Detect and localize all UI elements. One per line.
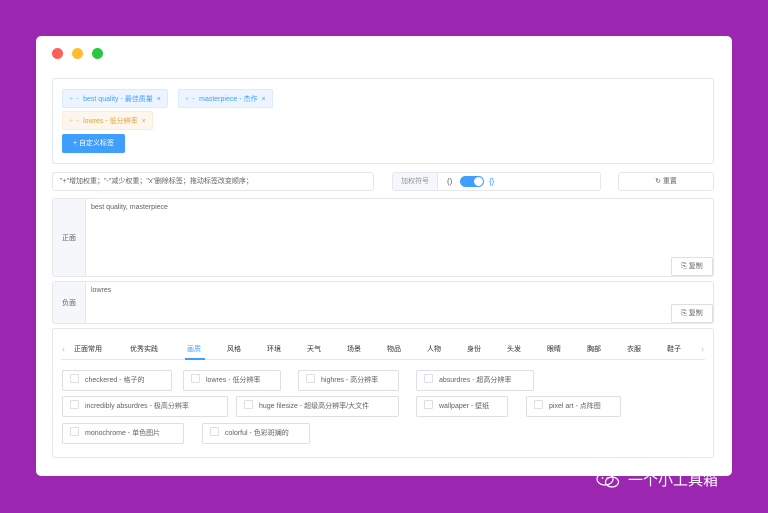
brace-option: {} <box>489 177 495 186</box>
tag-option[interactable]: checkered - 格子的 <box>62 370 172 391</box>
copy-negative-button[interactable]: ⎘ 复制 <box>671 304 713 323</box>
close-window-dot[interactable] <box>52 48 63 59</box>
watermark: 一个小工具箱 <box>596 469 718 490</box>
weight-controls[interactable]: + − <box>69 96 79 103</box>
tag-option[interactable]: highres - 高分辨率 <box>298 370 399 391</box>
maximize-window-dot[interactable] <box>92 48 103 59</box>
checkbox[interactable] <box>191 374 200 383</box>
checkbox[interactable] <box>306 374 315 383</box>
tag-option[interactable]: monochrome - 单色图片 <box>62 423 184 444</box>
negative-prompt-text[interactable]: lowres <box>91 287 111 294</box>
watermark-text: 一个小工具箱 <box>628 472 719 489</box>
tag-option-label: colorful - 色彩斑斓的 <box>225 430 289 437</box>
positive-label: 正面 <box>53 199 86 276</box>
tag-option[interactable]: pixel art - 点阵图 <box>526 396 621 417</box>
positive-prompt-box: 正面 best quality, masterpiece ⎘ 复制 <box>52 198 714 277</box>
wechat-icon <box>596 471 620 488</box>
add-custom-tag-button[interactable]: + 自定义标签 <box>62 134 125 153</box>
checkbox[interactable] <box>70 374 79 383</box>
tab-category[interactable]: 正面常用 <box>74 344 102 354</box>
tag-option[interactable]: lowres - 低分辨率 <box>183 370 281 391</box>
copy-label: 复制 <box>688 263 703 270</box>
tag-option-label: huge filesize - 超级高分辨率/大文件 <box>259 403 370 410</box>
app-window: + − best quality - 最佳质量 × + − masterpiece -… <box>36 36 732 476</box>
tabs-divider <box>61 359 705 360</box>
tab-category[interactable]: 鞋子 <box>667 344 681 354</box>
tag-option-label: pixel art - 点阵图 <box>549 403 601 410</box>
usage-hint: "+"增加权重；"-"减少权重；"x"删除标签；拖动标签改变顺序； <box>52 172 374 191</box>
tab-category-active[interactable]: 画质 <box>187 344 201 354</box>
tag-label: lowres - 低分辨率 <box>83 118 138 125</box>
category-tabs: 正面常用 优秀实践 画质 风格 环境 天气 场景 物品 人物 身份 头发 眼睛 … <box>53 340 713 358</box>
checkbox[interactable] <box>210 427 219 436</box>
active-tab-indicator <box>185 358 205 360</box>
reset-button[interactable]: ↻ 重置 <box>618 172 714 191</box>
checkbox[interactable] <box>534 400 543 409</box>
tag-option[interactable]: wallpaper - 壁纸 <box>416 396 508 417</box>
tag-close-icon[interactable]: × <box>157 96 161 103</box>
tag-library-panel: ‹ › 正面常用 优秀实践 画质 风格 环境 天气 场景 物品 人物 身份 头发… <box>52 328 714 458</box>
checkbox[interactable] <box>424 400 433 409</box>
negative-prompt-box: 负面 lowres ⎘ 复制 <box>52 281 714 324</box>
tab-category[interactable]: 衣服 <box>627 344 641 354</box>
tag-option[interactable]: incredibly absurdres - 极高分辨率 <box>62 396 228 417</box>
tag-option-label: wallpaper - 壁纸 <box>439 403 490 410</box>
tag-chip-best-quality[interactable]: + − best quality - 最佳质量 × <box>62 89 168 108</box>
weight-symbol-control: 加权符号 () {} <box>392 172 601 191</box>
tag-option-label: monochrome - 单色图片 <box>85 430 161 437</box>
tag-option-label: lowres - 低分辨率 <box>206 377 261 384</box>
tab-category[interactable]: 天气 <box>307 344 321 354</box>
tab-category[interactable]: 物品 <box>387 344 401 354</box>
tab-category[interactable]: 人物 <box>427 344 441 354</box>
checkbox[interactable] <box>70 427 79 436</box>
tab-category[interactable]: 风格 <box>227 344 241 354</box>
copy-label: 复制 <box>688 310 703 317</box>
copy-icon: ⎘ <box>681 310 689 317</box>
tag-option[interactable]: absurdres - 超高分辨率 <box>416 370 534 391</box>
tag-option[interactable]: huge filesize - 超级高分辨率/大文件 <box>236 396 399 417</box>
minimize-window-dot[interactable] <box>72 48 83 59</box>
weight-controls[interactable]: + − <box>69 118 79 125</box>
tag-option-label: checkered - 格子的 <box>85 377 145 384</box>
checkbox[interactable] <box>424 374 433 383</box>
tag-option[interactable]: colorful - 色彩斑斓的 <box>202 423 310 444</box>
tag-close-icon[interactable]: × <box>261 96 265 103</box>
tag-option-label: incredibly absurdres - 极高分辨率 <box>85 403 189 410</box>
tag-option-label: absurdres - 超高分辨率 <box>439 377 512 384</box>
checkbox[interactable] <box>70 400 79 409</box>
tab-category[interactable]: 场景 <box>347 344 361 354</box>
tag-chip-lowres[interactable]: + − lowres - 低分辨率 × <box>62 111 153 130</box>
tag-label: best quality - 最佳质量 <box>83 96 153 103</box>
tab-category[interactable]: 环境 <box>267 344 281 354</box>
tag-chip-masterpiece[interactable]: + − masterpiece - 杰作 × <box>178 89 273 108</box>
tab-category[interactable]: 优秀实践 <box>130 344 158 354</box>
tab-category[interactable]: 头发 <box>507 344 521 354</box>
weight-controls[interactable]: + − <box>185 96 195 103</box>
tab-category[interactable]: 胸部 <box>587 344 601 354</box>
tag-label: masterpiece - 杰作 <box>199 96 258 103</box>
positive-prompt-text[interactable]: best quality, masterpiece <box>91 204 168 211</box>
tab-category[interactable]: 眼睛 <box>547 344 561 354</box>
weight-symbol-toggle[interactable] <box>460 176 484 187</box>
tag-close-icon[interactable]: × <box>142 118 146 125</box>
tag-option-label: highres - 高分辨率 <box>321 377 379 384</box>
negative-label: 负面 <box>53 282 86 323</box>
weight-symbol-label: 加权符号 <box>393 173 438 190</box>
copy-positive-button[interactable]: ⎘ 复制 <box>671 257 713 276</box>
tab-category[interactable]: 身份 <box>467 344 481 354</box>
copy-icon: ⎘ <box>681 263 689 270</box>
paren-option: () <box>447 177 453 186</box>
checkbox[interactable] <box>244 400 253 409</box>
selected-tags-panel: + − best quality - 最佳质量 × + − masterpiece -… <box>52 78 714 164</box>
